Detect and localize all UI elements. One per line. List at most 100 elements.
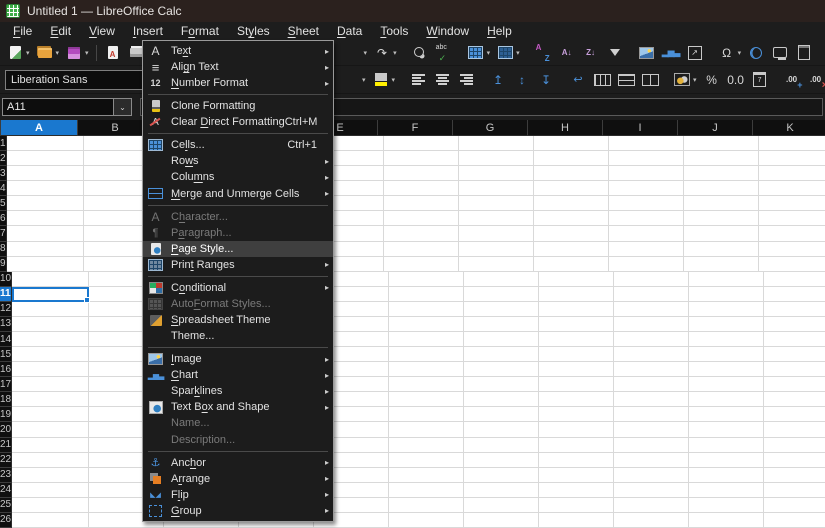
menu-item-conditional[interactable]: Conditional▸ — [143, 280, 333, 296]
insert-chart-button[interactable] — [660, 42, 682, 64]
cell-K24[interactable] — [764, 483, 825, 498]
add-decimal-place-button[interactable] — [781, 69, 803, 91]
menubar-item-file[interactable]: File — [4, 23, 41, 39]
sort-ascending-button[interactable] — [556, 42, 578, 64]
dropdown-arrow-icon[interactable]: ▾ — [392, 76, 396, 84]
cell-I16[interactable] — [614, 362, 689, 377]
cell-K14[interactable] — [764, 332, 825, 347]
menu-item-cells[interactable]: Cells...Ctrl+1 — [143, 137, 333, 153]
cell-K11[interactable] — [764, 287, 825, 302]
selected-cell-A11[interactable] — [12, 287, 89, 302]
cell-A1[interactable] — [7, 136, 84, 151]
cell-K23[interactable] — [764, 468, 825, 483]
menubar-item-data[interactable]: Data — [328, 23, 371, 39]
dropdown-arrow-icon[interactable]: ▾ — [56, 49, 60, 57]
cell-J7[interactable] — [684, 226, 759, 241]
cell-H14[interactable] — [539, 332, 614, 347]
column-header-g[interactable]: G — [453, 120, 528, 136]
cell-K8[interactable] — [759, 242, 825, 257]
menu-item-spreadsheet-theme[interactable]: Spreadsheet Theme — [143, 312, 333, 328]
menubar-item-styles[interactable]: Styles — [228, 23, 279, 39]
cell-F17[interactable] — [389, 377, 464, 392]
cell-F12[interactable] — [389, 302, 464, 317]
cell-J15[interactable] — [689, 347, 764, 362]
cell-I14[interactable] — [614, 332, 689, 347]
cell-H7[interactable] — [534, 226, 609, 241]
cell-I18[interactable] — [614, 392, 689, 407]
new-document-button[interactable]: ▾ — [4, 42, 32, 64]
dropdown-arrow-icon[interactable]: ▾ — [516, 49, 520, 57]
cell-H10[interactable] — [539, 272, 614, 287]
hyperlink-button[interactable] — [745, 42, 767, 64]
cell-H6[interactable] — [534, 211, 609, 226]
row-header-13[interactable]: 13 — [0, 317, 12, 332]
cell-J12[interactable] — [689, 302, 764, 317]
row-header-17[interactable]: 17 — [0, 377, 12, 392]
dropdown-arrow-icon[interactable]: ▾ — [487, 49, 491, 57]
number-format-button[interactable] — [725, 69, 747, 91]
cell-F13[interactable] — [389, 317, 464, 332]
cell-A5[interactable] — [7, 196, 84, 211]
cell-F18[interactable] — [389, 392, 464, 407]
cell-I12[interactable] — [614, 302, 689, 317]
row-header-25[interactable]: 25 — [0, 498, 12, 513]
cell-A22[interactable] — [12, 453, 89, 468]
menu-item-flip[interactable]: Flip▸ — [143, 487, 333, 503]
cell-K7[interactable] — [759, 226, 825, 241]
menu-item-number-format[interactable]: Number Format▸ — [143, 75, 333, 91]
column-header-k[interactable]: K — [753, 120, 825, 136]
insert-comment-button[interactable] — [769, 42, 791, 64]
cell-A10[interactable] — [12, 272, 89, 287]
cell-I5[interactable] — [609, 196, 684, 211]
menu-item-merge-and-unmerge-cells[interactable]: Merge and Unmerge Cells▸ — [143, 186, 333, 202]
cell-A4[interactable] — [7, 181, 84, 196]
cell-F25[interactable] — [389, 498, 464, 513]
cell-A7[interactable] — [7, 226, 84, 241]
cell-A15[interactable] — [12, 347, 89, 362]
cell-I4[interactable] — [609, 181, 684, 196]
cell-I7[interactable] — [609, 226, 684, 241]
cell-I23[interactable] — [614, 468, 689, 483]
menu-item-image[interactable]: Image▸ — [143, 351, 333, 367]
dropdown-arrow-icon[interactable]: ▾ — [364, 49, 368, 57]
cell-G5[interactable] — [459, 196, 534, 211]
menu-item-anchor[interactable]: Anchor▸ — [143, 455, 333, 471]
cell-G24[interactable] — [464, 483, 539, 498]
align-right-button[interactable] — [455, 69, 477, 91]
cell-J6[interactable] — [684, 211, 759, 226]
cell-G14[interactable] — [464, 332, 539, 347]
cell-J24[interactable] — [689, 483, 764, 498]
menu-item-columns[interactable]: Columns▸ — [143, 169, 333, 185]
cell-J25[interactable] — [689, 498, 764, 513]
cell-J11[interactable] — [689, 287, 764, 302]
cell-G13[interactable] — [464, 317, 539, 332]
cell-G16[interactable] — [464, 362, 539, 377]
percent-format-button[interactable] — [701, 69, 723, 91]
cell-A18[interactable] — [12, 392, 89, 407]
cell-H18[interactable] — [539, 392, 614, 407]
wrap-text-button[interactable] — [567, 69, 589, 91]
cell-H3[interactable] — [534, 166, 609, 181]
save-button[interactable]: ▾ — [63, 42, 91, 64]
cell-F15[interactable] — [389, 347, 464, 362]
cell-I10[interactable] — [614, 272, 689, 287]
cell-G22[interactable] — [464, 453, 539, 468]
cell-G7[interactable] — [459, 226, 534, 241]
cell-A20[interactable] — [12, 422, 89, 437]
unmerge-cells-button[interactable] — [639, 69, 661, 91]
special-character-button[interactable]: ▾ — [716, 42, 744, 64]
cell-H26[interactable] — [539, 513, 614, 528]
autofilter-button[interactable] — [604, 42, 626, 64]
cell-H16[interactable] — [539, 362, 614, 377]
row-header-14[interactable]: 14 — [0, 332, 12, 347]
cell-J26[interactable] — [689, 513, 764, 528]
column-header-h[interactable]: H — [528, 120, 603, 136]
row-header-16[interactable]: 16 — [0, 362, 12, 377]
cell-A24[interactable] — [12, 483, 89, 498]
currency-format-button[interactable]: ▾ — [671, 69, 699, 91]
menubar-item-help[interactable]: Help — [478, 23, 521, 39]
cell-A2[interactable] — [7, 151, 84, 166]
cell-G23[interactable] — [464, 468, 539, 483]
cell-K16[interactable] — [764, 362, 825, 377]
menu-item-clear-direct-formatting[interactable]: Clear Direct FormattingCtrl+M — [143, 114, 333, 130]
